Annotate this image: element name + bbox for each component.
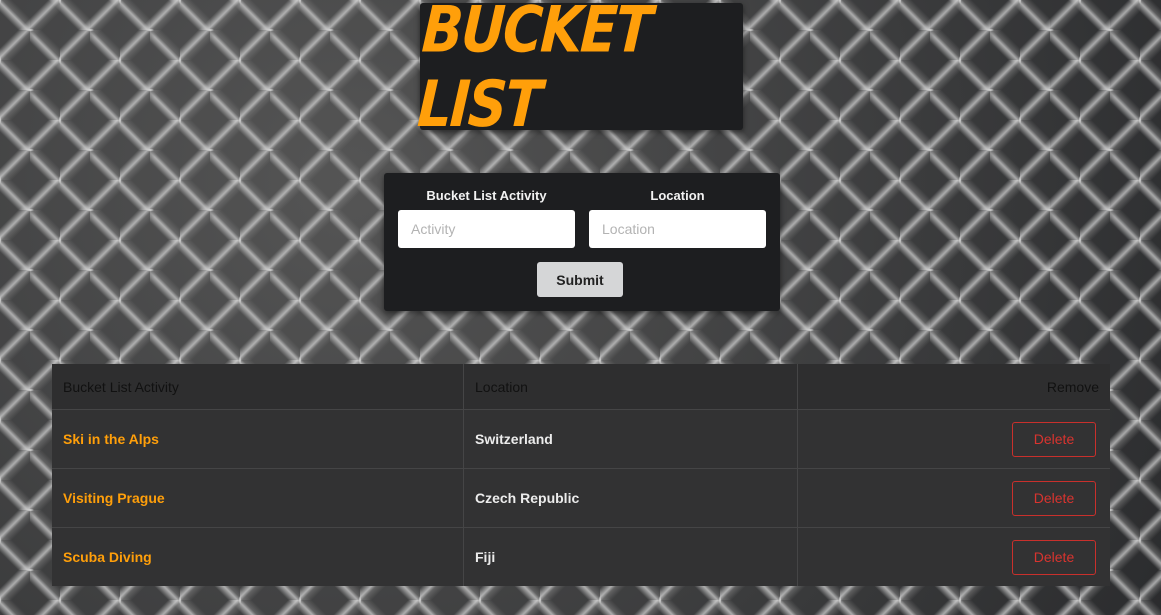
table-header-row: Bucket List Activity Location Remove	[52, 364, 1110, 410]
activity-cell: Ski in the Alps	[52, 409, 464, 469]
activity-cell: Scuba Diving	[52, 527, 464, 586]
bucket-list-table: Bucket List Activity Location Remove Ski…	[52, 364, 1110, 586]
location-cell: Czech Republic	[463, 468, 798, 528]
title-panel: Bucket List	[416, 0, 743, 141]
submit-button[interactable]: Submit	[537, 262, 623, 297]
table-row: Visiting Prague Czech Republic Delete	[52, 468, 1110, 528]
delete-button[interactable]: Delete	[1012, 480, 1096, 516]
page-title: Bucket List	[415, 0, 653, 141]
header-remove: Remove	[797, 364, 1110, 410]
header-location: Location	[463, 364, 798, 410]
activity-cell: Visiting Prague	[52, 468, 464, 528]
activity-input[interactable]	[398, 210, 575, 248]
delete-button[interactable]: Delete	[1012, 421, 1096, 457]
header-activity: Bucket List Activity	[52, 364, 464, 410]
location-cell: Fiji	[463, 527, 798, 586]
remove-cell: Delete	[797, 468, 1110, 528]
location-input[interactable]	[589, 210, 766, 248]
table-row: Scuba Diving Fiji Delete	[52, 527, 1111, 587]
location-cell: Switzerland	[463, 409, 798, 469]
table-row: Ski in the Alps Switzerland Delete	[52, 409, 1110, 469]
add-item-form: Bucket List Activity Location Submit	[384, 173, 780, 311]
activity-label: Bucket List Activity	[426, 188, 547, 203]
delete-button[interactable]: Delete	[1012, 539, 1096, 575]
remove-cell: Delete	[797, 409, 1110, 469]
remove-cell: Delete	[798, 528, 1111, 587]
location-label: Location	[650, 188, 705, 203]
